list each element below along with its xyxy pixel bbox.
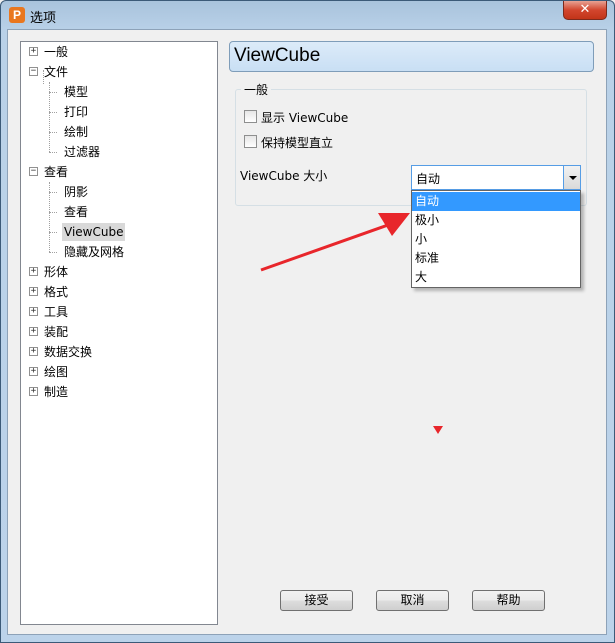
red-triangle-marker (433, 426, 443, 434)
annotation-arrow (260, 213, 410, 272)
arrow-shaft (260, 223, 389, 272)
arrow-head (378, 213, 410, 236)
